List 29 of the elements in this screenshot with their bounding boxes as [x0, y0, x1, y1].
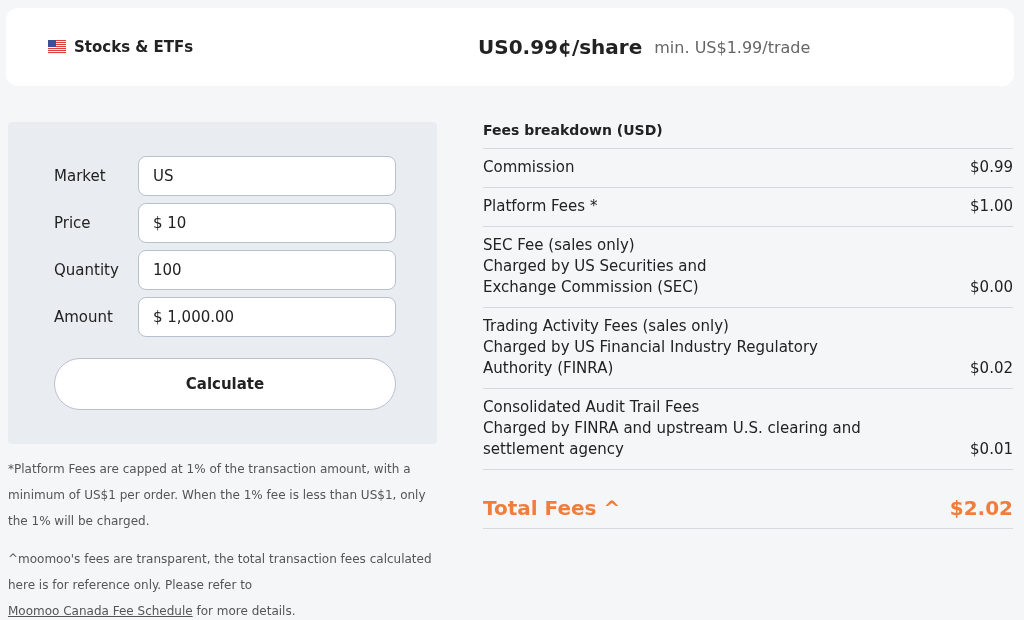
input-field[interactable]: $ 1,000.00: [138, 297, 396, 337]
flag-icon: [48, 40, 66, 54]
field-label: Market: [54, 167, 107, 185]
fee-amount: $1.00: [970, 196, 1013, 217]
input-field[interactable]: $ 10: [138, 203, 396, 243]
fee-label: Trading Activity Fees (sales only) Charged by US Financial Industry Regulatory Authority (FINRA): [483, 316, 818, 379]
field-label: Quantity: [54, 261, 120, 279]
price-per-share: US0.99¢/share: [478, 35, 643, 59]
fee-amount: $0.00: [970, 277, 1013, 298]
fee-label: Commission: [483, 157, 575, 178]
minimum-fee: min. US$1.99/trade: [654, 37, 811, 57]
fee-amount: $0.02: [970, 358, 1013, 379]
fee-label: Platform Fees *: [483, 196, 598, 217]
input-field[interactable]: 100: [138, 250, 396, 290]
fee-amount: $0.99: [970, 157, 1013, 178]
footnote: ^moomoo's fees are transparent, the total transaction fees calculated here is for reference only. Please refer to Moomoo Canada Fee Schedule for more details.: [8, 551, 433, 620]
input-field[interactable]: US: [138, 156, 396, 196]
fee-schedule-link[interactable]: Moomoo Canada Fee Schedule: [8, 604, 193, 618]
field-label: Amount: [54, 308, 114, 326]
total-amount: $2.02: [949, 496, 1013, 520]
fee-label: Consolidated Audit Trail Fees Charged by FINRA and upstream U.S. clearing and settlement agency: [483, 397, 861, 460]
product-title: Stocks & ETFs: [74, 38, 194, 56]
calculate-button[interactable]: Calculate: [54, 358, 396, 410]
footnote: *Platform Fees are capped at 1% of the transaction amount, with a minimum of US$1 per order. When the 1% fee is less than US$1, only the 1% will be charged.: [8, 461, 427, 530]
fee-amount: $0.01: [970, 439, 1013, 460]
total-label: Total Fees ^: [483, 496, 621, 520]
breakdown-title: Fees breakdown (USD): [483, 122, 664, 138]
field-label: Price: [54, 214, 92, 232]
fee-label: SEC Fee (sales only) Charged by US Securities and Exchange Commission (SEC): [483, 235, 707, 298]
